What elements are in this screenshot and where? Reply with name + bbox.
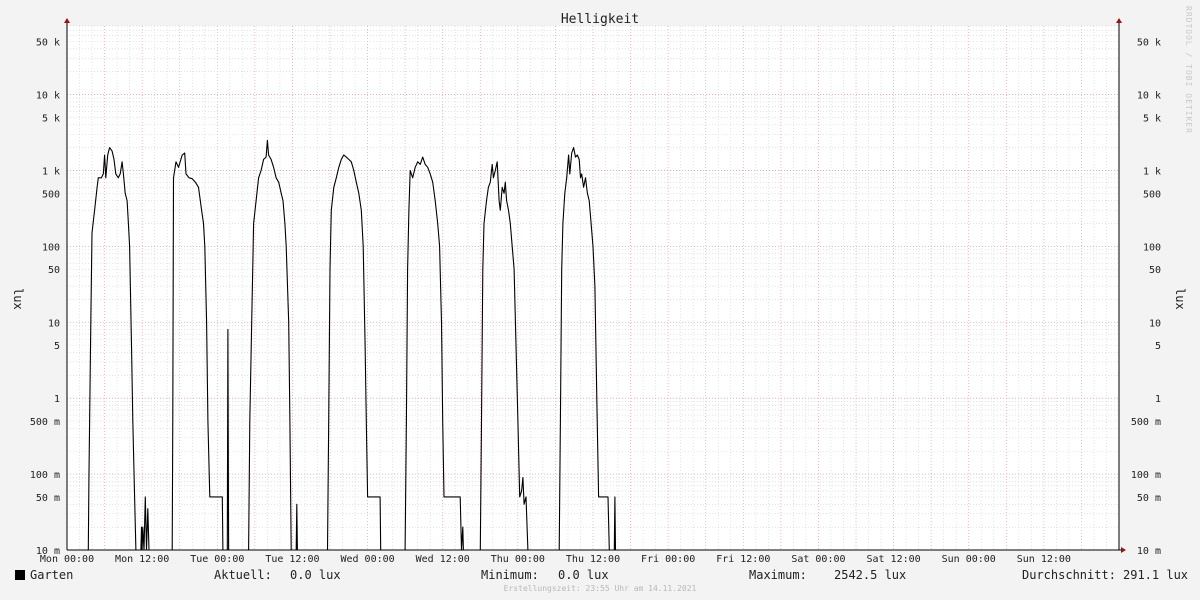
y-tick-label-right: 10 k — [1137, 91, 1161, 102]
y-tick-label-left: 50 — [48, 265, 60, 276]
y-tick-label-right: 100 — [1143, 242, 1161, 253]
y-tick-label-right: 500 — [1143, 189, 1161, 200]
y-tick-label-left: 50 m — [36, 493, 60, 504]
average-value: 291.1 lux — [1123, 568, 1189, 582]
maximum-label: Maximum: — [749, 568, 807, 582]
legend-series-name: Garten — [30, 568, 74, 582]
y-tick-label-right: 500 m — [1131, 417, 1161, 428]
y-tick-label-left: 1 — [54, 394, 60, 405]
x-tick-label: Wed 00:00 — [340, 554, 394, 565]
legend: Garten Aktuell: 0.0 lux Minimum: 0.0 lux… — [0, 566, 1200, 586]
x-tick-label: Wed 12:00 — [416, 554, 470, 565]
y-tick-label-left: 10 — [48, 318, 60, 329]
legend-swatch — [15, 570, 25, 580]
y-tick-label-right: 10 m — [1137, 546, 1161, 557]
y-tick-label-left: 5 — [54, 341, 60, 352]
y-tick-label-left: 500 m — [30, 417, 60, 428]
x-tick-label: Mon 12:00 — [115, 554, 169, 565]
y-tick-label-right: 1 k — [1143, 166, 1161, 177]
y-tick-label-right: 5 k — [1143, 113, 1161, 124]
x-tick-label: Fri 00:00 — [641, 554, 695, 565]
y-axis-label-right: lux — [1173, 288, 1187, 310]
x-tick-label: Sun 00:00 — [942, 554, 996, 565]
current-label: Aktuell: — [214, 568, 272, 582]
y-tick-label-right: 50 — [1149, 265, 1161, 276]
y-tick-label-right: 50 m — [1137, 493, 1161, 504]
watermark: RRDTOOL / TOBI OETIKER — [1184, 6, 1193, 134]
y-tick-label-right: 5 — [1155, 341, 1161, 352]
y-tick-label-right: 100 m — [1131, 470, 1161, 481]
x-tick-label: Tue 12:00 — [265, 554, 319, 565]
y-axis-label-left: lux — [11, 288, 25, 310]
footer-timestamp: Erstellungszeit: 23:55 Uhr am 14.11.2021 — [503, 584, 697, 593]
x-tick-label: Sun 12:00 — [1017, 554, 1071, 565]
minimum-label: Minimum: — [481, 568, 539, 582]
y-tick-label-left: 100 m — [30, 470, 60, 481]
x-tick-label: Sat 12:00 — [866, 554, 920, 565]
x-tick-label: Fri 12:00 — [716, 554, 770, 565]
minimum-value: 0.0 lux — [558, 568, 609, 582]
current-value: 0.0 lux — [290, 568, 341, 582]
average-label: Durchschnitt: — [1022, 568, 1116, 582]
x-tick-label: Thu 00:00 — [491, 554, 545, 565]
chart-title: Helligkeit — [561, 12, 639, 27]
x-tick-label: Mon 00:00 — [40, 554, 94, 565]
chart: 10 m 10 m50 m 50 m100 m 100 m500 m 500 m1 15 5… — [11, 12, 1187, 565]
y-tick-label-right: 1 — [1155, 394, 1161, 405]
y-tick-label-left: 1 k — [42, 166, 60, 177]
x-tick-label: Tue 00:00 — [190, 554, 244, 565]
y-tick-label-right: 10 — [1149, 318, 1161, 329]
y-axis-arrow-left — [64, 18, 70, 23]
y-tick-label-left: 100 — [42, 242, 60, 253]
y-tick-label-left: 5 k — [42, 113, 60, 124]
y-tick-label-left: 10 k — [36, 91, 60, 102]
y-tick-label-left: 500 — [42, 189, 60, 200]
x-tick-label: Thu 12:00 — [566, 554, 620, 565]
y-axis-arrow-right — [1116, 18, 1122, 23]
x-axis-arrow — [1121, 547, 1126, 553]
maximum-value: 2542.5 lux — [834, 568, 907, 582]
y-tick-label-right: 50 k — [1137, 37, 1161, 48]
y-tick-label-left: 50 k — [36, 37, 60, 48]
x-tick-label: Sat 00:00 — [791, 554, 845, 565]
